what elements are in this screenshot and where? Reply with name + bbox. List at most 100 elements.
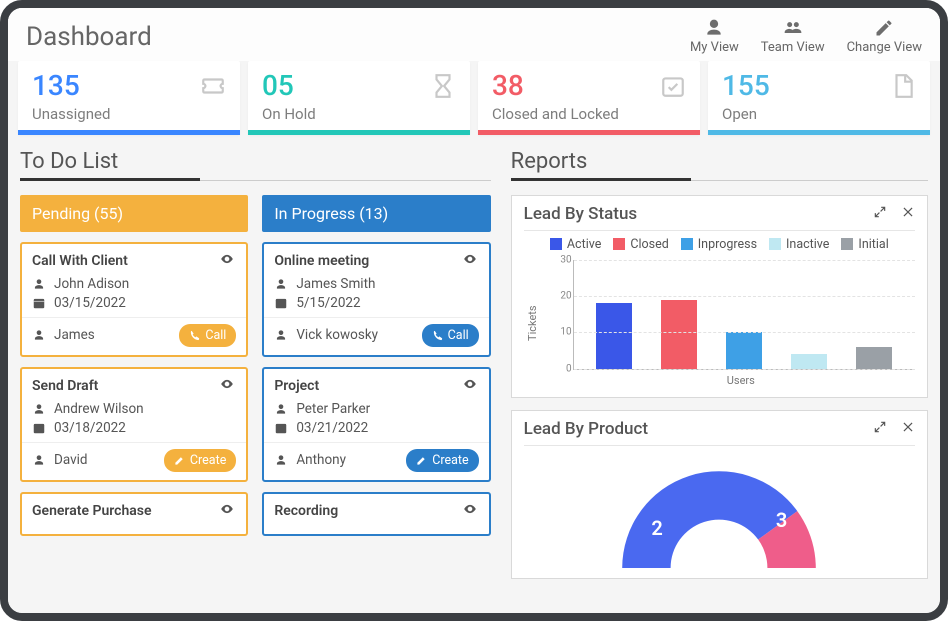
stat-closed[interactable]: 38 Closed and Locked xyxy=(478,61,700,135)
create-button[interactable]: Create xyxy=(164,449,236,472)
stat-label: Closed and Locked xyxy=(492,105,686,123)
pill-label: Call xyxy=(448,328,469,343)
team-view-label: Team View xyxy=(761,40,825,55)
person-icon xyxy=(32,402,46,416)
donut-chart: 2 3 xyxy=(609,458,829,568)
pending-list: Pending (55) Call With Client John Adiso… xyxy=(20,195,248,536)
inprogress-list: In Progress (13) Online meeting James Sm… xyxy=(262,195,490,536)
stat-value: 155 xyxy=(722,71,916,102)
page-title: Dashboard xyxy=(26,22,152,52)
task-title: Online meeting xyxy=(274,253,369,269)
task-assignee: James xyxy=(54,327,95,343)
stat-label: On Hold xyxy=(262,105,456,123)
task-title: Call With Client xyxy=(32,253,128,269)
person-icon xyxy=(274,328,288,342)
sort-icon[interactable] xyxy=(220,205,236,221)
change-view-button[interactable]: Change View xyxy=(847,18,922,55)
create-button[interactable]: Create xyxy=(406,449,478,472)
sort-icon[interactable] xyxy=(463,205,479,221)
task-person: James Smith xyxy=(296,276,375,292)
inprogress-header[interactable]: In Progress (13) xyxy=(262,195,490,232)
eye-icon[interactable] xyxy=(461,502,479,520)
calendar-icon xyxy=(32,421,46,435)
task-card[interactable]: Generate Purchase xyxy=(20,492,248,536)
person-icon xyxy=(32,328,46,342)
task-card[interactable]: Recording xyxy=(262,492,490,536)
pill-label: Create xyxy=(190,453,226,468)
x-axis-label: Users xyxy=(567,374,915,387)
hourglass-icon xyxy=(430,73,456,103)
calendar-icon xyxy=(32,296,46,310)
task-title: Generate Purchase xyxy=(32,503,152,519)
task-title: Recording xyxy=(274,503,338,519)
task-card[interactable]: Project Peter Parker 03/21/2022 Anthony … xyxy=(262,367,490,482)
stat-value: 05 xyxy=(262,71,456,102)
panel-title: Lead By Product xyxy=(524,419,648,439)
pill-label: Call xyxy=(205,328,226,343)
eye-icon[interactable] xyxy=(461,377,479,395)
task-title: Project xyxy=(274,378,319,394)
pencil-icon xyxy=(873,18,895,38)
task-date: 03/18/2022 xyxy=(54,420,126,436)
panel-title: Lead By Status xyxy=(524,204,638,224)
person-icon xyxy=(274,453,288,467)
bar-chart: 0102030 xyxy=(573,260,915,370)
y-axis-label: Tickets xyxy=(524,260,541,387)
eye-icon[interactable] xyxy=(218,252,236,270)
person-icon xyxy=(274,277,288,291)
inprogress-header-label: In Progress (13) xyxy=(274,204,388,223)
calendar-check-icon xyxy=(660,73,686,103)
eye-icon[interactable] xyxy=(218,502,236,520)
eye-icon[interactable] xyxy=(218,377,236,395)
pencil-icon xyxy=(416,455,427,466)
task-person: Andrew Wilson xyxy=(54,401,144,417)
task-date: 03/21/2022 xyxy=(296,420,368,436)
eye-icon[interactable] xyxy=(461,252,479,270)
todo-section-title: To Do List xyxy=(20,145,491,181)
team-view-button[interactable]: Team View xyxy=(761,18,825,55)
call-button[interactable]: Call xyxy=(179,324,236,347)
calendar-icon xyxy=(274,421,288,435)
person-icon xyxy=(274,402,288,416)
calendar-icon xyxy=(274,296,288,310)
stat-onhold[interactable]: 05 On Hold xyxy=(248,61,470,135)
task-card[interactable]: Send Draft Andrew Wilson 03/18/2022 Davi… xyxy=(20,367,248,482)
phone-icon xyxy=(432,330,443,341)
ticket-icon xyxy=(200,73,226,103)
my-view-button[interactable]: My View xyxy=(690,18,739,55)
stat-unassigned[interactable]: 135 Unassigned xyxy=(18,61,240,135)
task-assignee: David xyxy=(54,452,88,468)
pencil-icon xyxy=(174,455,185,466)
pill-label: Create xyxy=(432,453,468,468)
stat-value: 38 xyxy=(492,71,686,102)
lead-by-status-panel: Lead By Status ActiveClosedInprogressIna… xyxy=(511,195,928,398)
task-date: 03/15/2022 xyxy=(54,295,126,311)
change-view-label: Change View xyxy=(847,40,922,55)
chart-legend: ActiveClosedInprogressInactiveInitial xyxy=(524,237,915,252)
task-card[interactable]: Online meeting James Smith 5/15/2022 Vic… xyxy=(262,242,490,357)
call-button[interactable]: Call xyxy=(422,324,479,347)
task-title: Send Draft xyxy=(32,378,98,394)
lead-by-product-panel: Lead By Product 2 3 xyxy=(511,410,928,579)
task-assignee: Vick kowosky xyxy=(296,327,378,343)
user-icon xyxy=(703,18,725,38)
person-icon xyxy=(32,453,46,467)
task-person: John Adison xyxy=(54,276,129,292)
person-icon xyxy=(32,277,46,291)
expand-icon[interactable] xyxy=(873,419,887,438)
file-icon xyxy=(890,73,916,103)
users-icon xyxy=(782,18,804,38)
task-assignee: Anthony xyxy=(296,452,346,468)
close-icon[interactable] xyxy=(901,419,915,438)
stat-value: 135 xyxy=(32,71,226,102)
expand-icon[interactable] xyxy=(873,204,887,223)
close-icon[interactable] xyxy=(901,204,915,223)
stat-open[interactable]: 155 Open xyxy=(708,61,930,135)
my-view-label: My View xyxy=(690,40,739,55)
reports-section-title: Reports xyxy=(511,145,928,181)
stat-label: Open xyxy=(722,105,916,123)
pending-header-label: Pending (55) xyxy=(32,204,123,223)
task-card[interactable]: Call With Client John Adison 03/15/2022 … xyxy=(20,242,248,357)
pending-header[interactable]: Pending (55) xyxy=(20,195,248,232)
task-date: 5/15/2022 xyxy=(296,295,360,311)
